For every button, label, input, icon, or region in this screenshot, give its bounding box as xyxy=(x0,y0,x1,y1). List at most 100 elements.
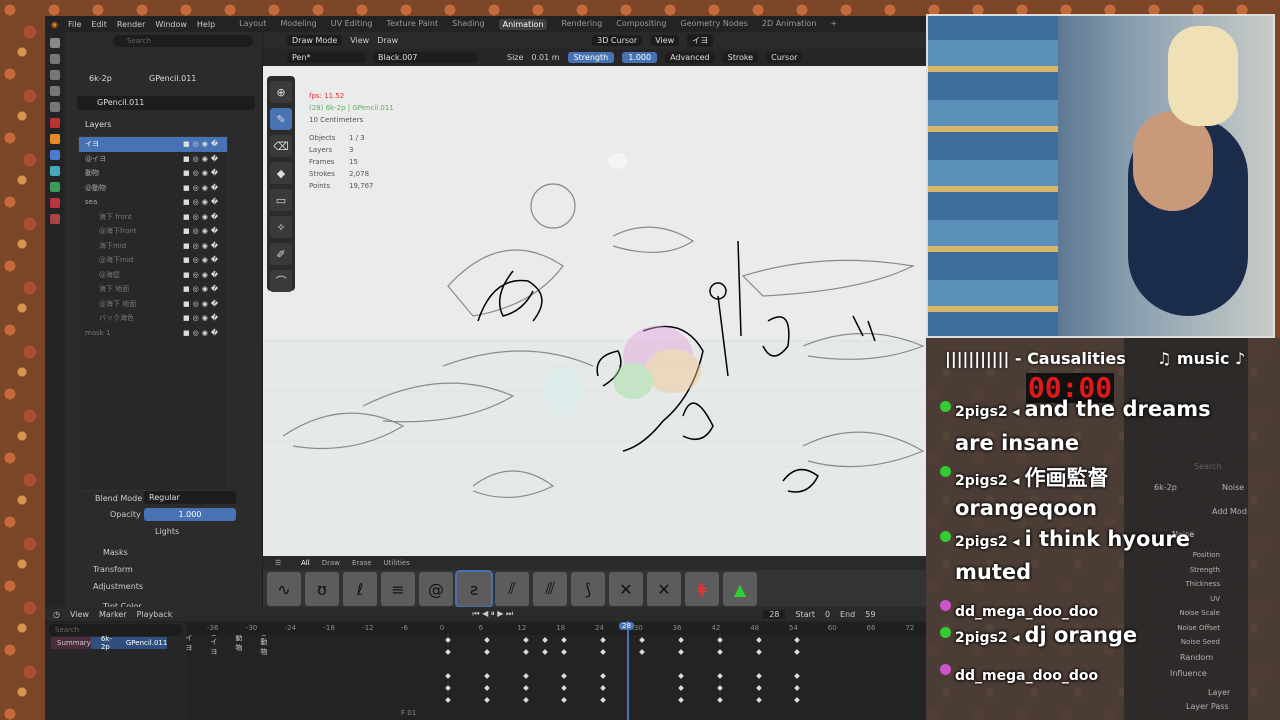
keyframe[interactable] xyxy=(522,673,529,679)
scene-tab-icon[interactable] xyxy=(50,102,60,112)
keyframe[interactable] xyxy=(678,637,684,643)
timeline-playback-menu[interactable]: Playback xyxy=(137,610,173,619)
add-workspace-button[interactable]: + xyxy=(830,19,837,30)
keyframe[interactable] xyxy=(522,637,529,643)
playhead-frame[interactable]: 28 xyxy=(619,622,634,630)
brush-tab-all[interactable]: All xyxy=(301,559,310,567)
tab-rendering[interactable]: Rendering xyxy=(561,19,602,30)
strength-label[interactable]: Strength xyxy=(567,52,615,63)
menu-help[interactable]: Help xyxy=(197,20,215,29)
brush-thumbnail[interactable]: ⋕ xyxy=(685,572,719,606)
layer-toggles-icon[interactable]: ■◎◉� xyxy=(183,198,221,206)
layer-row[interactable]: mask 1 ■◎◉� xyxy=(79,326,227,341)
start-field[interactable]: 0 xyxy=(825,610,830,619)
keyframe[interactable] xyxy=(600,637,607,643)
cursor-dropdown[interactable]: Cursor xyxy=(766,52,803,63)
material-select[interactable]: Black.007 xyxy=(373,52,477,63)
tab-shading[interactable]: Shading xyxy=(452,19,485,30)
keyframe[interactable] xyxy=(561,637,568,643)
keyframe[interactable] xyxy=(445,649,451,655)
layer-toggles-icon[interactable]: ■◎◉� xyxy=(183,300,221,308)
layer-row[interactable]: @海下front ■◎◉� xyxy=(79,224,227,239)
keyframe[interactable] xyxy=(522,649,529,655)
tab-geometry-nodes[interactable]: Geometry Nodes xyxy=(680,19,747,30)
data-block-field[interactable]: GPencil.011 xyxy=(77,96,255,110)
brush-thumbnail[interactable]: ≡ xyxy=(381,572,415,606)
keyframe[interactable] xyxy=(561,673,568,679)
keyframe[interactable] xyxy=(678,697,684,703)
keyframe[interactable] xyxy=(794,673,801,679)
layer-select[interactable]: イヨ xyxy=(687,34,714,47)
keyframe[interactable] xyxy=(794,697,801,703)
keyframe[interactable] xyxy=(483,649,490,655)
keyframes-area[interactable] xyxy=(187,635,926,720)
menu-edit[interactable]: Edit xyxy=(91,20,107,29)
keyframe[interactable] xyxy=(678,685,684,691)
brush-tab-utilities[interactable]: Utilities xyxy=(384,559,410,567)
brush-thumbnail[interactable]: @ xyxy=(419,572,453,606)
layer-row[interactable]: バック海色 ■◎◉� xyxy=(79,311,227,326)
keyframe[interactable] xyxy=(445,697,451,703)
brush-thumbnail[interactable]: ∿ xyxy=(267,572,301,606)
timeline-marker-menu[interactable]: Marker xyxy=(99,610,127,619)
keyframe[interactable] xyxy=(716,649,723,655)
keyframe[interactable] xyxy=(794,649,801,655)
keyframe[interactable] xyxy=(755,673,762,679)
keyframe[interactable] xyxy=(716,685,723,691)
strength-field[interactable]: 1.000 xyxy=(622,52,658,63)
keyframe[interactable] xyxy=(600,649,607,655)
influence-panel[interactable]: Influence xyxy=(1170,669,1207,678)
brush-thumbnail[interactable]: ⟆ xyxy=(571,572,605,606)
layer-row[interactable]: @イヨ ■◎◉� xyxy=(79,152,227,167)
layer-toggles-icon[interactable]: ■◎◉� xyxy=(183,184,221,192)
keyframe[interactable] xyxy=(678,673,684,679)
keyframe[interactable] xyxy=(483,673,490,679)
channel-row[interactable]: 6k-2p xyxy=(90,635,112,651)
keyframe[interactable] xyxy=(639,637,645,643)
dope-search-input[interactable]: Search xyxy=(49,624,183,636)
cursor3d-select[interactable]: 3D Cursor xyxy=(592,35,643,46)
layer-row[interactable]: @海壁 ■◎◉� xyxy=(79,268,227,283)
brush-thumbnail-selected[interactable]: ƨ xyxy=(455,570,493,608)
keyframe[interactable] xyxy=(483,637,490,643)
editor-type-icon[interactable]: ◷ xyxy=(53,610,60,619)
layer-toggles-icon[interactable]: ■◎◉� xyxy=(183,155,221,163)
masks-panel[interactable]: Masks xyxy=(103,548,128,557)
keyframe[interactable] xyxy=(600,673,607,679)
draw-menu[interactable]: Draw xyxy=(377,36,398,45)
menu-window[interactable]: Window xyxy=(155,20,187,29)
keyframe[interactable] xyxy=(542,649,548,655)
view-menu[interactable]: View xyxy=(350,36,369,45)
layer-toggles-icon[interactable]: ■◎◉� xyxy=(183,314,221,322)
material-tab-icon[interactable] xyxy=(50,198,60,208)
keyframe[interactable] xyxy=(794,685,801,691)
tab-compositing[interactable]: Compositing xyxy=(616,19,666,30)
keyframe[interactable] xyxy=(600,697,607,703)
keyframe[interactable] xyxy=(716,637,723,643)
menu-file[interactable]: File xyxy=(68,20,81,29)
timeline-view-menu[interactable]: View xyxy=(70,610,89,619)
playback-controls[interactable]: ⏮ ◀ ⏸ ▶ ⏭ xyxy=(472,609,513,619)
brush-thumbnail[interactable]: ʊ xyxy=(305,572,339,606)
drawing-canvas[interactable] xyxy=(263,66,926,556)
current-frame-field[interactable]: 28 xyxy=(763,609,786,619)
lights-checkbox[interactable]: Lights xyxy=(155,527,179,536)
shelf-menu-icon[interactable]: ☰ xyxy=(275,559,281,567)
brush-thumbnail[interactable]: ⫻ xyxy=(533,572,567,606)
blender-logo-icon[interactable]: ◉ xyxy=(51,20,58,29)
world-tab-icon[interactable] xyxy=(50,118,60,128)
view-layer-tab-icon[interactable] xyxy=(50,86,60,96)
tab-layout[interactable]: Layout xyxy=(239,19,266,30)
keyframe[interactable] xyxy=(716,673,723,679)
keyframe[interactable] xyxy=(483,697,490,703)
layer-toggles-icon[interactable]: ■◎◉� xyxy=(183,256,221,264)
keyframe[interactable] xyxy=(755,697,762,703)
effects-tab-icon[interactable] xyxy=(50,166,60,176)
modifier-tab-icon[interactable] xyxy=(50,150,60,160)
frame-ruler[interactable]: -36 -30 -24 -18 -12 -6 0 6 12 18 24 30 36 42 48 54 60 66 7… xyxy=(187,623,926,635)
brush-thumbnail[interactable]: ✕ xyxy=(647,572,681,606)
keyframe[interactable] xyxy=(639,649,645,655)
keyframe[interactable] xyxy=(522,685,529,691)
keyframe[interactable] xyxy=(445,673,451,679)
layer-row[interactable]: 海下mid ■◎◉� xyxy=(79,239,227,254)
